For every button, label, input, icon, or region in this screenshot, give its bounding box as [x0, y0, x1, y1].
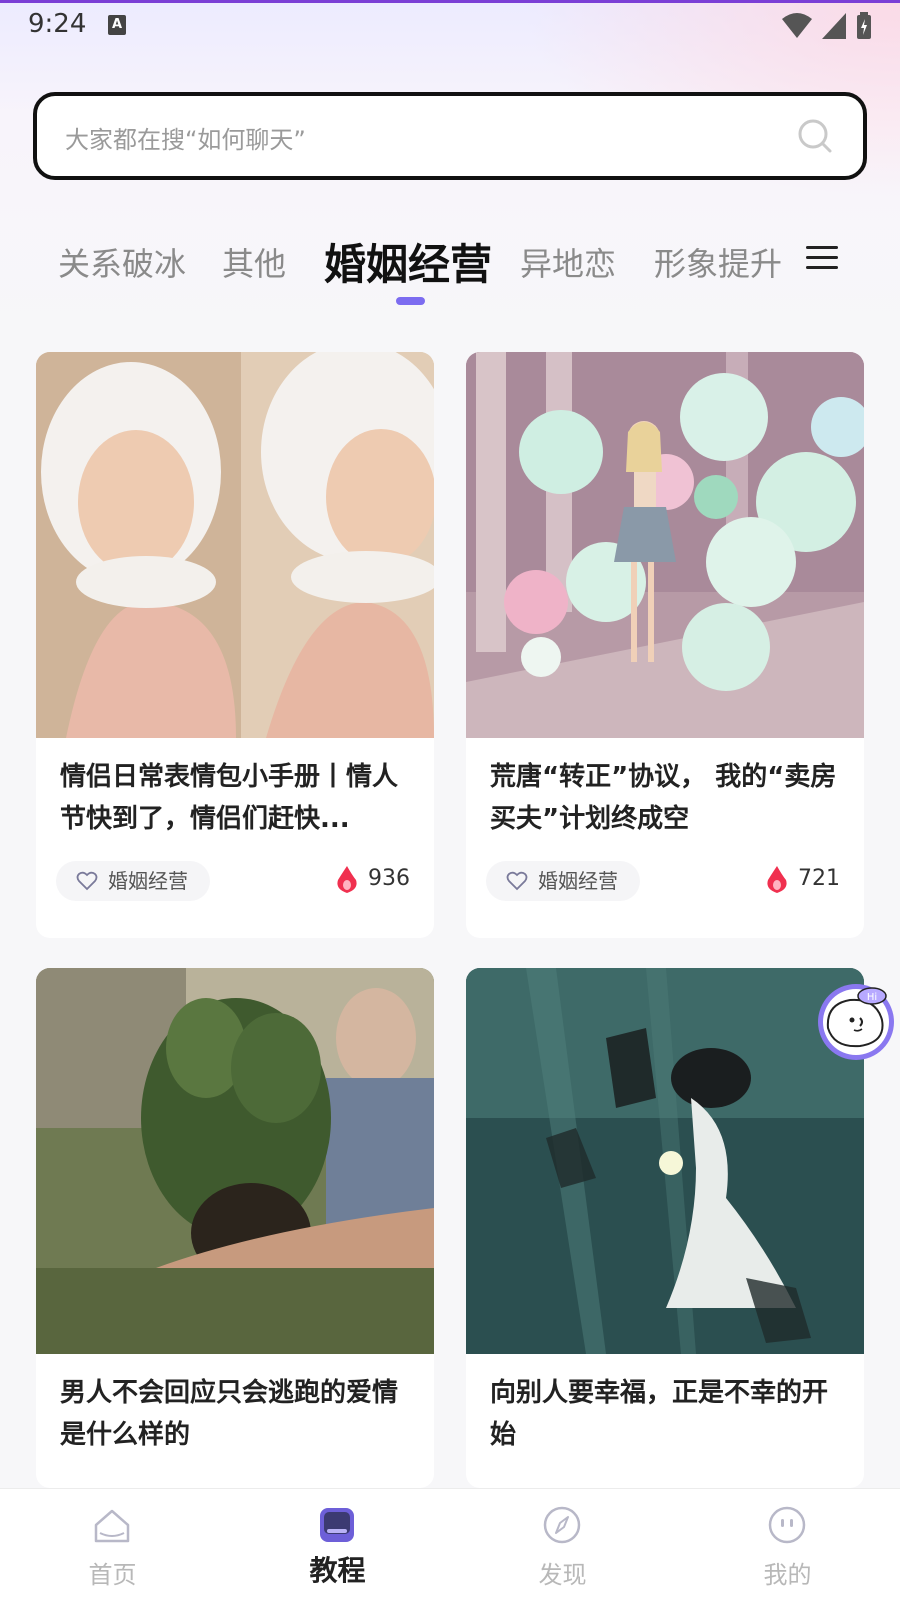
nav-label: 教程	[309, 1554, 366, 1587]
card-image	[466, 968, 864, 1354]
tab-marriage-management[interactable]: 婚姻经营	[324, 231, 492, 292]
card-title: 向别人要幸福，正是不幸的开始	[490, 1378, 829, 1450]
nav-label: 发现	[538, 1561, 587, 1589]
assistant-badge: Hi	[867, 992, 877, 1003]
tag-label: 婚姻经营	[538, 869, 618, 893]
active-tab-indicator	[396, 297, 425, 305]
status-bar: 9:24 A	[0, 3, 900, 49]
tab-image-improvement[interactable]: 形象提升	[654, 239, 782, 285]
tab-relationship-icebreak[interactable]: 关系破冰	[58, 239, 186, 285]
heat-value: 721	[798, 866, 840, 891]
card-title: 情侣日常表情包小手册丨情人节快到了，情侣们赶快...	[60, 762, 399, 834]
tab-other[interactable]: 其他	[222, 239, 286, 285]
heat-value: 936	[368, 866, 410, 891]
search-bar[interactable]: 大家都在搜“如何聊天”	[33, 92, 867, 180]
flame-icon	[337, 866, 357, 893]
nav-label: 我的	[763, 1561, 812, 1589]
category-tag[interactable]: 婚姻经营	[486, 861, 640, 901]
card-image	[36, 968, 434, 1354]
nav-label: 首页	[88, 1561, 137, 1589]
article-card[interactable]: 情侣日常表情包小手册丨情人节快到了，情侣们赶快... 婚姻经营 936	[36, 352, 434, 938]
card-title: 荒唐“转正”协议， 我的“卖房买夫”计划终成空	[490, 762, 837, 834]
article-card[interactable]: 荒唐“转正”协议， 我的“卖房买夫”计划终成空 婚姻经营 721	[466, 352, 864, 938]
bottom-navigation: 首页 教程 发现 我的	[0, 1488, 900, 1600]
nav-profile[interactable]: 我的	[675, 1489, 900, 1600]
tutorial-icon	[320, 1508, 354, 1542]
status-icons	[782, 11, 872, 41]
status-time: 9:24	[28, 9, 87, 39]
search-icon[interactable]	[797, 118, 833, 154]
heart-icon	[76, 871, 98, 891]
card-title: 男人不会回应只会逃跑的爱情是什么样的	[60, 1378, 399, 1450]
flame-icon	[767, 866, 787, 893]
nav-discover[interactable]: 发现	[450, 1489, 675, 1600]
card-image	[36, 352, 434, 738]
compass-icon	[543, 1506, 581, 1544]
nav-home[interactable]: 首页	[0, 1489, 225, 1600]
search-placeholder: 大家都在搜“如何聊天”	[65, 126, 306, 154]
category-tabs: 关系破冰 其他 婚姻经营 异地恋 形象提升	[0, 225, 900, 315]
tag-label: 婚姻经营	[108, 869, 188, 893]
home-icon	[94, 1509, 130, 1543]
heart-icon	[506, 871, 528, 891]
category-tag[interactable]: 婚姻经营	[56, 861, 210, 901]
floating-assistant[interactable]: Hi	[816, 982, 896, 1062]
card-image	[466, 352, 864, 738]
wifi-icon	[782, 13, 812, 38]
profile-icon	[768, 1506, 806, 1544]
battery-icon	[857, 12, 871, 39]
menu-icon[interactable]	[806, 243, 838, 273]
tab-long-distance[interactable]: 异地恋	[520, 239, 616, 285]
signal-icon	[822, 13, 846, 39]
heat-count: 721	[766, 864, 840, 894]
article-card[interactable]: 向别人要幸福，正是不幸的开始	[466, 968, 864, 1488]
assistant-mascot-icon: Hi	[818, 984, 894, 1060]
article-card[interactable]: 男人不会回应只会逃跑的爱情是什么样的	[36, 968, 434, 1488]
tab-strip: 关系破冰 其他 婚姻经营 异地恋 形象提升	[58, 225, 782, 295]
heat-count: 936	[336, 864, 410, 894]
notification-icon: A	[108, 15, 126, 35]
nav-tutorial[interactable]: 教程	[225, 1489, 450, 1600]
